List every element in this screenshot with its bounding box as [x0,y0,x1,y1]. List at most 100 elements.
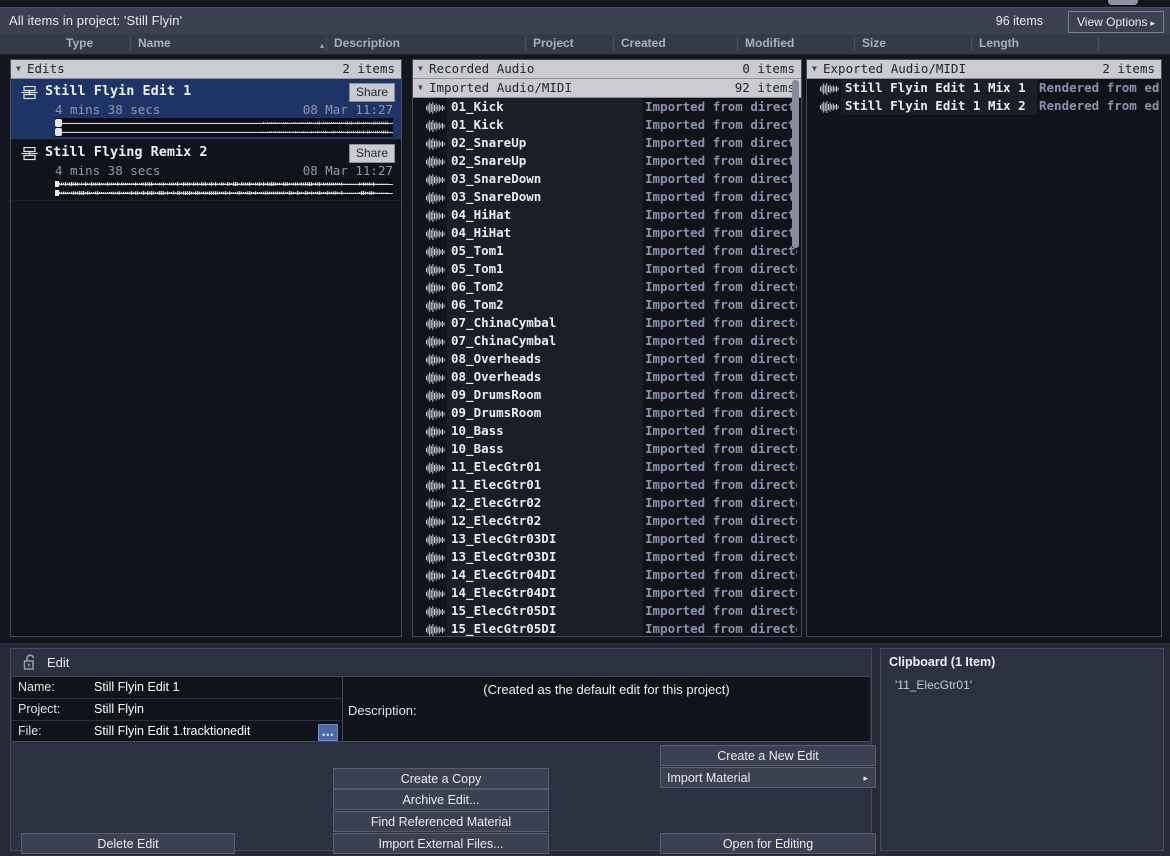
audio-list-item[interactable]: 11_ElecGtr01 Imported from director [413,476,801,494]
audio-list-item[interactable]: 05_Tom1 Imported from director [413,242,801,260]
audio-list-item[interactable]: 03_SnareDown Imported from director [413,188,801,206]
audio-list-item[interactable]: 12_ElecGtr02 Imported from director [413,494,801,512]
column-divider[interactable] [613,37,614,51]
property-value[interactable]: Still Flyin Edit 1.tracktionedit [94,721,250,742]
column-header-created[interactable]: Created [621,36,666,50]
imported-list-scrollbar[interactable] [792,80,799,248]
audio-list-item[interactable]: 09_DrumsRoom Imported from director [413,386,801,404]
audio-list-item[interactable]: 08_Overheads Imported from director [413,368,801,386]
audio-list-item[interactable]: 06_Tom2 Imported from director [413,278,801,296]
column-header-length[interactable]: Length [979,36,1019,50]
audio-list-item[interactable]: 07_ChinaCymbal Imported from director [413,332,801,350]
audio-list-item[interactable]: 02_SnareUp Imported from director [413,134,801,152]
sort-ascending-icon: ▴ [320,41,325,50]
audio-item-name: 15_ElecGtr05DI [451,620,561,636]
audio-item-description: Imported from director [645,225,797,240]
import-external-files-label: Import External Files... [378,837,504,851]
audio-list-item[interactable]: 09_DrumsRoom Imported from director [413,404,801,422]
archive-edit-button[interactable]: Archive Edit... [333,789,549,810]
column-divider[interactable] [326,37,327,51]
waveform-icon [426,227,445,240]
group-header-edits[interactable]: ▼ Edits 2 items [11,60,401,79]
property-value[interactable]: Still Flyin [94,699,144,720]
column-divider[interactable] [854,37,855,51]
column-header-description[interactable]: Description [334,36,400,50]
edit-list-item[interactable]: Still Flyin Edit 1 Share 4 mins 38 secs 08 … [11,79,401,140]
share-button[interactable]: Share [348,83,395,102]
clipboard-title: Clipboard (1 Item) [889,655,996,669]
edit-date: 08 Mar 11:27 [302,102,393,117]
chevron-down-icon: ▼ [418,64,423,73]
audio-item-description: Imported from director [645,585,797,600]
audio-list-item[interactable]: 04_HiHat Imported from director [413,224,801,242]
audio-list-item[interactable]: Still Flyin Edit 1 Mix 2 Rendered from ed… [807,97,1161,115]
audio-item-name: 14_ElecGtr04DI [451,566,561,584]
column-header-project[interactable]: Project [533,36,574,50]
audio-list-item[interactable]: Still Flyin Edit 1 Mix 1 Rendered from ed… [807,79,1161,97]
create-a-copy-button[interactable]: Create a Copy [333,768,549,789]
share-button[interactable]: Share [348,144,395,163]
import-material-label: Import Material [667,771,751,785]
view-options-button[interactable]: View Options ▸ [1067,11,1164,33]
audio-list-item[interactable]: 06_Tom2 Imported from director [413,296,801,314]
clipboard-item[interactable]: '11_ElecGtr01' [895,678,972,692]
open-for-editing-button[interactable]: Open for Editing [660,833,876,854]
audio-list-item[interactable]: 10_Bass Imported from director [413,440,801,458]
group-count: 2 items [1102,61,1155,76]
clipboard-panel: Clipboard (1 Item) '11_ElecGtr01' [880,648,1164,851]
page-title: All items in project: 'Still Flyin' [9,13,183,28]
edit-list-item[interactable]: Still Flying Remix 2 Share 4 mins 38 secs 0… [11,140,401,201]
audio-list-item[interactable]: 12_ElecGtr02 Imported from director [413,512,801,530]
audio-list-item[interactable]: 01_Kick Imported from director [413,116,801,134]
group-header-recorded-audio[interactable]: ▼ Recorded Audio 0 items [413,60,801,79]
audio-list-item[interactable]: 02_SnareUp Imported from director [413,152,801,170]
audio-item-description: Imported from director [645,351,797,366]
find-referenced-material-label: Find Referenced Material [370,815,512,829]
column-header-modified[interactable]: Modified [745,36,794,50]
audio-item-name: 12_ElecGtr02 [451,494,546,512]
group-header-exported-audio-midi[interactable]: ▼ Exported Audio/MIDI 2 items [807,60,1161,79]
column-divider[interactable] [1098,37,1099,51]
audio-item-description: Imported from director [645,189,797,204]
audio-item-description: Imported from director [645,333,797,348]
column-divider[interactable] [737,37,738,51]
edit-waveform-preview[interactable] [55,179,393,198]
audio-list-item[interactable]: 07_ChinaCymbal Imported from director [413,314,801,332]
column-divider[interactable] [130,37,131,51]
group-count: 0 items [742,61,795,76]
create-a-new-edit-label: Create a New Edit [717,749,819,763]
create-a-new-edit-button[interactable]: Create a New Edit [660,745,876,766]
audio-list-item[interactable]: 15_ElecGtr05DI Imported from director [413,602,801,620]
find-referenced-material-button[interactable]: Find Referenced Material [333,811,549,832]
audio-item-description: Imported from director [645,387,797,402]
import-external-files-button[interactable]: Import External Files... [333,833,549,854]
column-header-size[interactable]: Size [862,36,886,50]
audio-list-item[interactable]: 13_ElecGtr03DI Imported from director [413,548,801,566]
audio-list-item[interactable]: 03_SnareDown Imported from director [413,170,801,188]
column-divider[interactable] [525,37,526,51]
audio-list-item[interactable]: 13_ElecGtr03DI Imported from director [413,530,801,548]
browse-file-button[interactable]: ••• [318,724,338,741]
audio-list-item[interactable]: 01_Kick Imported from director [413,98,801,116]
audio-list-item[interactable]: 05_Tom1 Imported from director [413,260,801,278]
column-header-type[interactable]: Type [66,36,93,50]
audio-list-item[interactable]: 10_Bass Imported from director [413,422,801,440]
edit-waveform-preview[interactable] [55,118,393,137]
description-box[interactable]: (Created as the default edit for this pr… [343,676,870,742]
audio-item-description: Imported from director [645,423,797,438]
column-divider[interactable] [971,37,972,51]
column-header-name[interactable]: Name [138,36,171,50]
import-material-button[interactable]: Import Material ▸ [660,767,876,788]
audio-list-item[interactable]: 14_ElecGtr04DI Imported from director [413,566,801,584]
audio-item-name: 02_SnareUp [451,152,531,170]
audio-list-item[interactable]: 04_HiHat Imported from director [413,206,801,224]
audio-list-item[interactable]: 14_ElecGtr04DI Imported from director [413,584,801,602]
unlocked-padlock-icon[interactable] [23,654,38,671]
audio-list-item[interactable]: 11_ElecGtr01 Imported from director [413,458,801,476]
waveform-channel [55,180,393,188]
audio-list-item[interactable]: 08_Overheads Imported from director [413,350,801,368]
audio-list-item[interactable]: 15_ElecGtr05DI Imported from director [413,620,801,636]
group-header-imported-audio-midi[interactable]: ▼ Imported Audio/MIDI 92 items [413,79,801,98]
delete-edit-button[interactable]: Delete Edit [21,833,235,854]
property-value[interactable]: Still Flyin Edit 1 [94,677,179,698]
